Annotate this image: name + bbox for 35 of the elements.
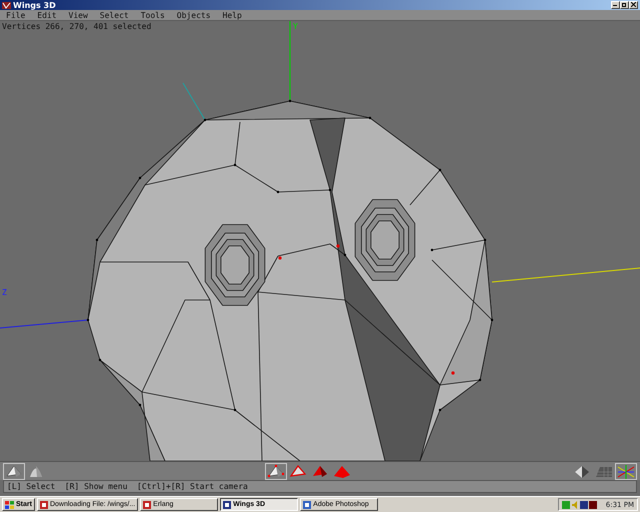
toolbar-button[interactable]: [615, 462, 637, 480]
app-icon: [223, 500, 232, 508]
toolbar-button[interactable]: [3, 462, 25, 480]
menu-item[interactable]: View: [62, 10, 94, 20]
selection-info: Vertices 266, 270, 401 selected: [2, 22, 152, 31]
status-bar: [L] Select [R] Show menu [Ctrl]+[R] Start camera: [3, 480, 637, 493]
menu-item[interactable]: Objects: [170, 10, 217, 20]
edge-mode-icon: [289, 464, 307, 478]
restore-icon: [622, 2, 627, 7]
flat-shaded-pyramid-icon: [5, 464, 23, 478]
minimize-icon: [613, 2, 618, 7]
menu-item[interactable]: Select: [94, 10, 135, 20]
menu-item[interactable]: Help: [216, 10, 248, 20]
app-icon: [303, 500, 312, 508]
axes-icon: [617, 464, 635, 478]
app-logo-icon: [2, 2, 11, 8]
menu-item[interactable]: Edit: [31, 10, 63, 20]
close-icon: [631, 2, 636, 7]
toolbar-button[interactable]: [265, 462, 287, 480]
minimize-button[interactable]: [611, 1, 620, 9]
axis-label: Z: [2, 288, 7, 297]
menu-item[interactable]: File: [0, 10, 32, 20]
restore-button[interactable]: [620, 1, 629, 9]
vertex-mode-icon: [267, 464, 285, 478]
menu-item[interactable]: Tools: [134, 10, 171, 20]
cube-icon: [573, 464, 591, 478]
windows-logo-icon: [5, 500, 14, 508]
face-mode-icon: [311, 464, 329, 478]
app-icon: [40, 500, 48, 508]
smooth-shaded-cone-icon: [27, 464, 45, 478]
toolbar-button[interactable]: [287, 462, 309, 480]
app-icon: [143, 500, 152, 508]
window-title: Wings 3D: [13, 0, 56, 10]
close-button[interactable]: [629, 1, 638, 9]
axis-label: Y: [293, 22, 298, 31]
